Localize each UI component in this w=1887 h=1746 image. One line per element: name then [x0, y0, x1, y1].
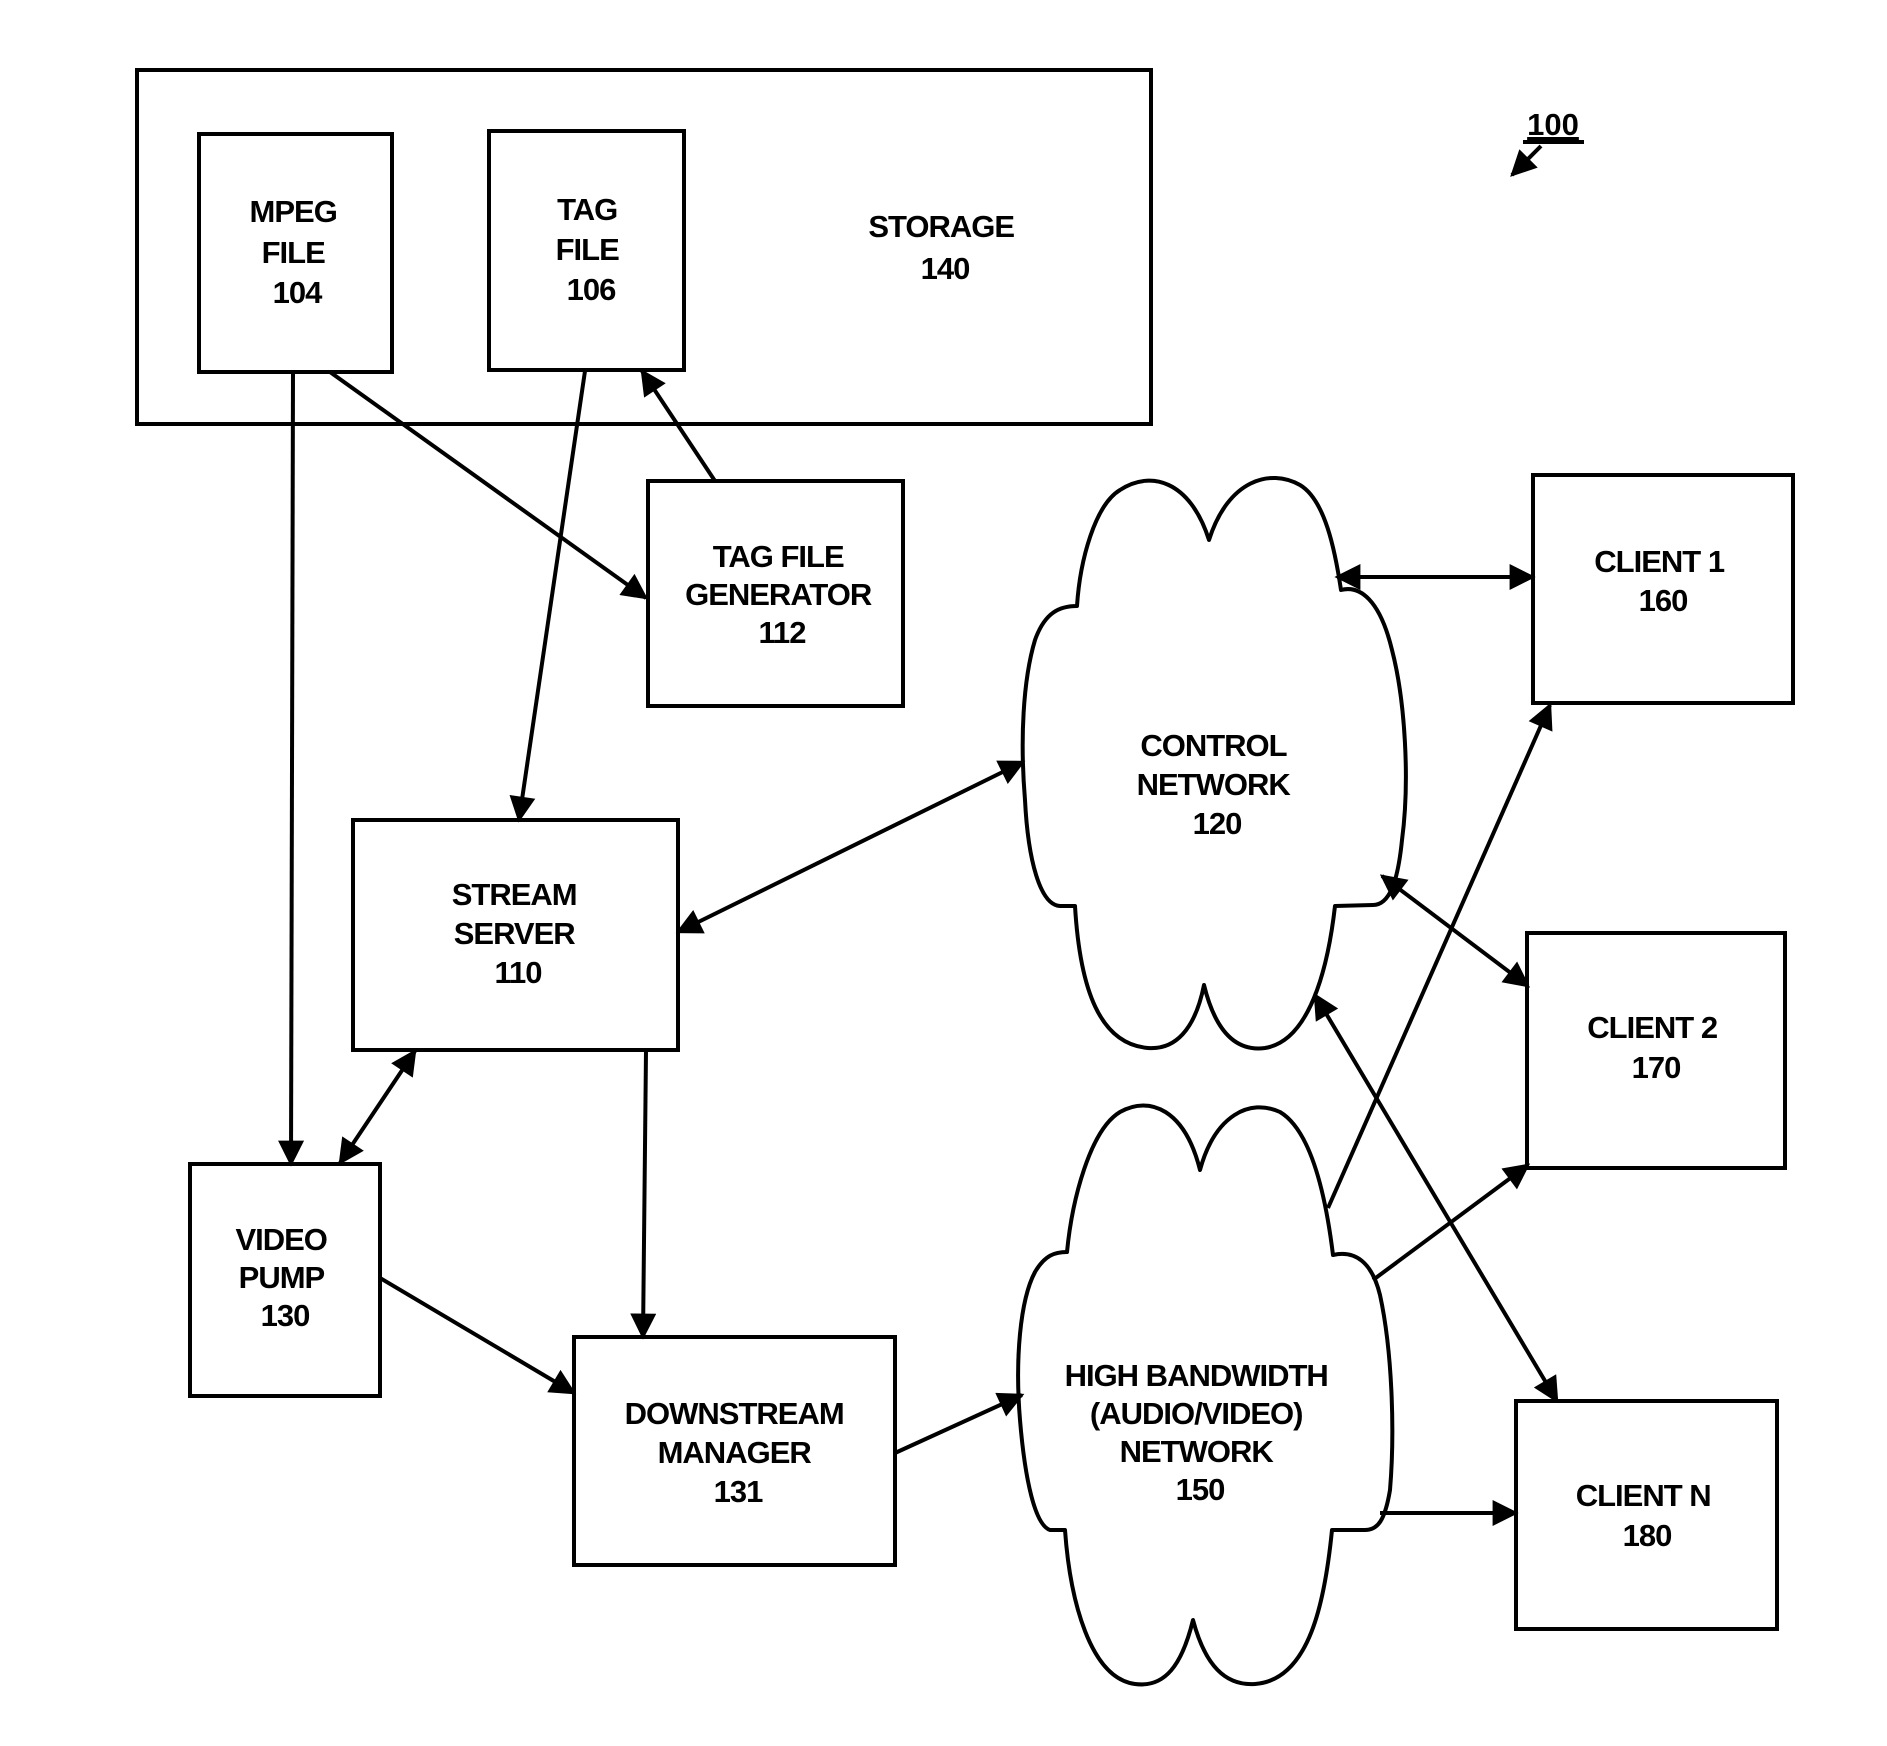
- tag-file-generator-node: TAG FILE GENERATOR 112: [646, 479, 905, 708]
- edge-stream-server-video-pump: [338, 1048, 417, 1166]
- edge-video-pump-to-downstream-manager: [378, 1276, 577, 1395]
- tag-file-node: TAG FILE 106: [487, 129, 686, 372]
- client-n-node: CLIENT N 180: [1514, 1399, 1779, 1631]
- edge-hb-network-to-client-2: [1371, 1163, 1531, 1282]
- edge-stream-server-to-downstream-manager: [630, 1050, 657, 1340]
- system-diagram: STORAGE 140 MPEG FILE 104 TAG FILE 106 T…: [135, 68, 1795, 1687]
- client-2-node: CLIENT 2 170: [1525, 931, 1787, 1170]
- figure-reference-arrow: [1510, 144, 1543, 177]
- downstream-manager-node: DOWNSTREAM MANAGER 131: [572, 1335, 897, 1567]
- edge-control-network-client-2: [1379, 874, 1531, 988]
- client-1-node: CLIENT 1 160: [1531, 473, 1795, 705]
- stream-server-node: STREAM SERVER 110: [351, 818, 680, 1052]
- edge-tag-file-to-stream-server: [509, 370, 587, 823]
- control-network-node: CONTROL NETWORK 120: [1020, 475, 1408, 1051]
- figure-reference: 100: [1510, 107, 1584, 177]
- edge-downstream-manager-to-hb-network: [894, 1392, 1025, 1455]
- figure-reference-number: 100: [1527, 107, 1579, 142]
- edge-stream-server-control-network: [675, 760, 1026, 934]
- control-network-cloud: [1020, 475, 1408, 1051]
- client-n-box: [1514, 1399, 1779, 1631]
- edge-mpeg-to-video-pump: [278, 371, 305, 1167]
- video-pump-node: VIDEO PUMP 130: [188, 1162, 382, 1398]
- mpeg-file-node: MPEG FILE 104: [197, 132, 394, 374]
